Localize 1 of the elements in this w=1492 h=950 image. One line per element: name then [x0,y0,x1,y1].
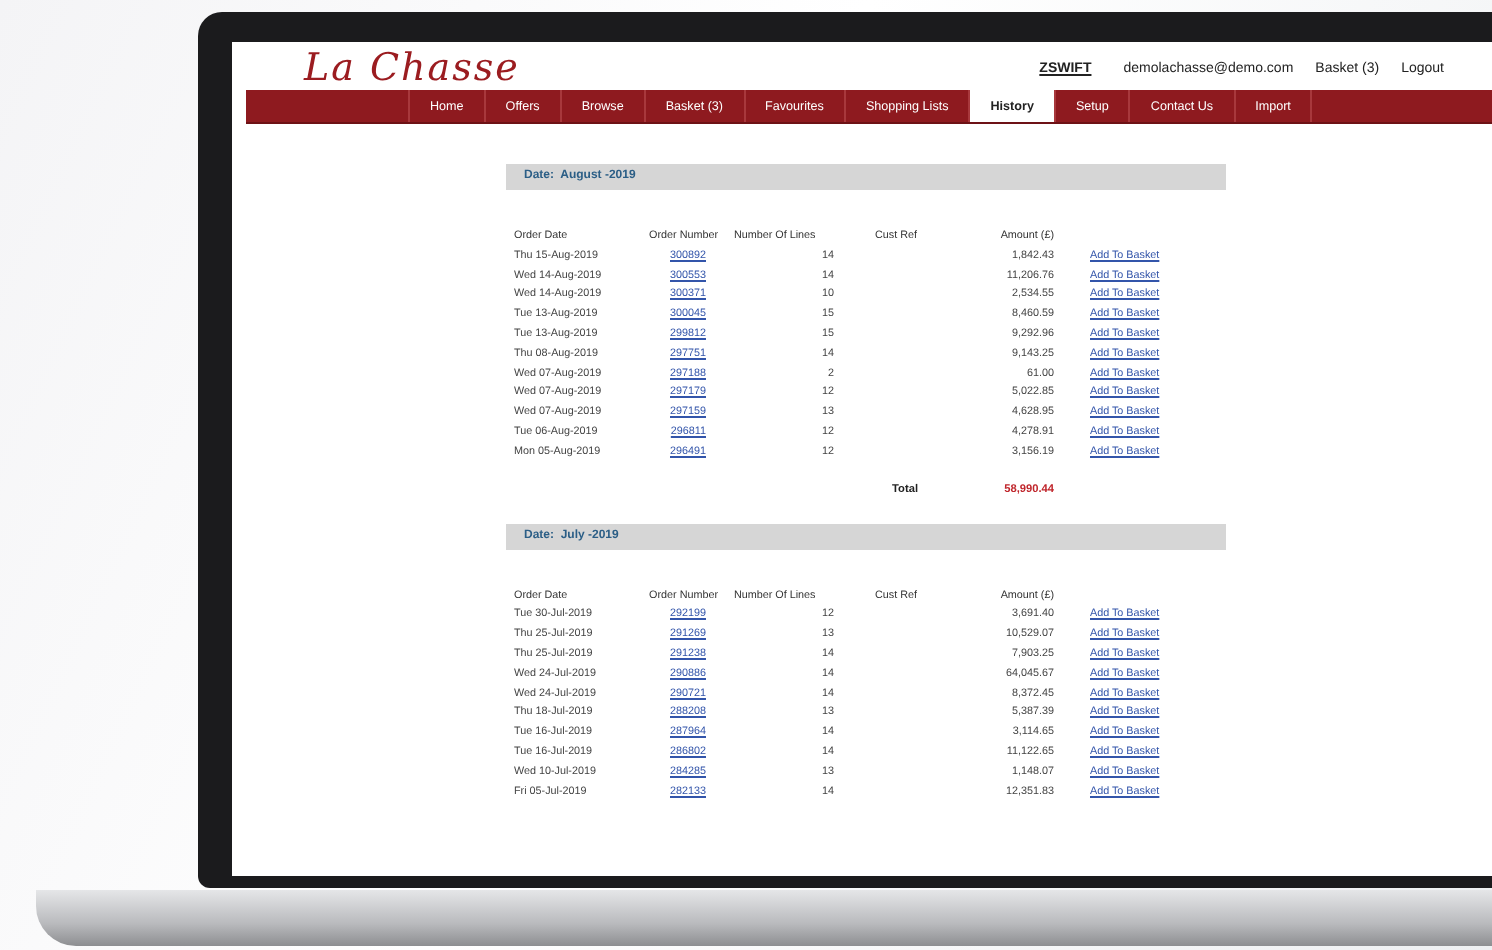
site-logo[interactable]: La Chasse [304,48,520,88]
